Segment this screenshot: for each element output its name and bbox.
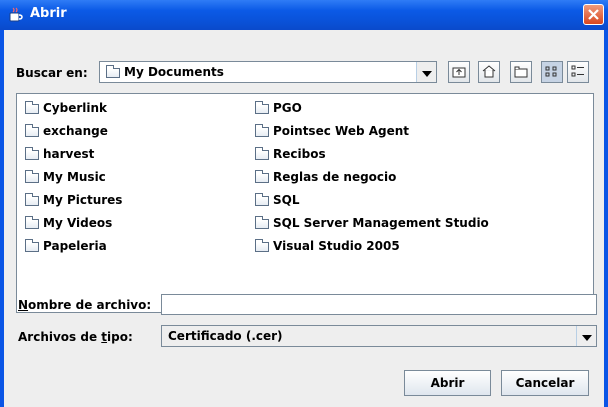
list-item[interactable]: Visual Studio 2005 <box>255 237 400 255</box>
list-item[interactable]: Pointsec Web Agent <box>255 122 409 140</box>
open-button[interactable]: Abrir <box>404 370 491 396</box>
up-one-level-button[interactable] <box>448 61 470 83</box>
file-name-field[interactable] <box>161 294 597 315</box>
list-item[interactable]: PGO <box>255 99 302 117</box>
home-button[interactable] <box>478 61 500 83</box>
java-cup-icon <box>9 7 23 22</box>
home-icon <box>482 65 496 78</box>
title-bar[interactable]: Abrir <box>0 0 608 30</box>
folder-icon <box>25 123 39 137</box>
look-in-value: My Documents <box>124 65 224 79</box>
list-item[interactable]: My Music <box>25 168 106 186</box>
list-item[interactable]: exchange <box>25 122 108 140</box>
chevron-down-icon[interactable] <box>576 326 596 346</box>
file-name-label: Nombre de archivo: <box>18 298 152 312</box>
file-type-label: Archivos de tipo: <box>18 330 133 344</box>
details-view-button[interactable] <box>567 61 589 83</box>
list-item[interactable]: Reglas de negocio <box>255 168 396 186</box>
look-in-label: Buscar en: <box>16 66 88 80</box>
folder-icon <box>255 238 269 252</box>
file-type-value: Certificado (.cer) <box>168 329 283 343</box>
folder-icon <box>255 169 269 183</box>
folder-icon <box>255 215 269 229</box>
file-list[interactable]: Cyberlink exchange harvest My Music My P… <box>16 93 594 313</box>
folder-icon <box>25 100 39 114</box>
folder-icon <box>255 100 269 114</box>
list-item[interactable]: Papeleria <box>25 237 107 255</box>
list-item[interactable]: My Videos <box>25 214 112 232</box>
details-view-icon <box>571 65 584 77</box>
new-folder-icon <box>514 66 528 78</box>
folder-icon <box>25 169 39 183</box>
folder-icon <box>255 123 269 137</box>
new-folder-button[interactable] <box>510 61 532 83</box>
folder-icon <box>25 215 39 229</box>
list-item[interactable]: Cyberlink <box>25 99 107 117</box>
list-item[interactable]: harvest <box>25 145 94 163</box>
chevron-down-icon[interactable] <box>416 62 436 82</box>
close-button[interactable] <box>583 4 604 25</box>
cancel-button[interactable]: Cancelar <box>501 370 589 396</box>
dialog-body: Buscar en: My Documents Cyberlink exchan… <box>4 30 604 407</box>
folder-icon <box>255 146 269 160</box>
list-view-button[interactable] <box>541 61 563 83</box>
close-icon <box>588 9 599 20</box>
list-item[interactable]: SQL Server Management Studio <box>255 214 489 232</box>
folder-icon <box>25 192 39 206</box>
file-type-combo[interactable]: Certificado (.cer) <box>161 325 597 347</box>
window-title: Abrir <box>30 6 67 21</box>
list-item[interactable]: SQL <box>255 191 300 209</box>
dialog-window: Abrir Buscar en: My Documents Cyberlink … <box>0 0 608 407</box>
folder-icon <box>255 192 269 206</box>
folder-icon <box>25 238 39 252</box>
list-item[interactable]: My Pictures <box>25 191 122 209</box>
folder-icon <box>106 64 120 78</box>
list-view-icon <box>545 66 557 77</box>
folder-icon <box>25 146 39 160</box>
look-in-combo[interactable]: My Documents <box>99 61 437 83</box>
up-one-level-icon <box>452 67 466 78</box>
list-item[interactable]: Recibos <box>255 145 326 163</box>
